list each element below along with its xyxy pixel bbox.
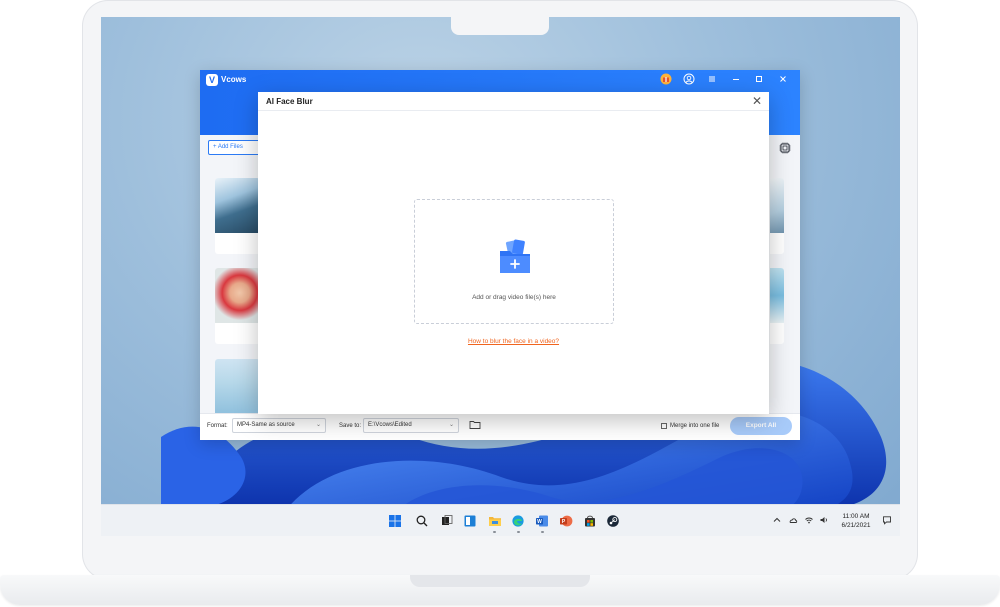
windows-start-icon[interactable] bbox=[388, 514, 402, 528]
word-icon[interactable]: W bbox=[535, 514, 549, 528]
gift-icon[interactable] bbox=[659, 72, 673, 86]
edge-icon[interactable] bbox=[511, 514, 525, 528]
menu-icon[interactable] bbox=[705, 72, 719, 86]
running-indicator bbox=[517, 531, 520, 533]
cloud-icon[interactable] bbox=[788, 515, 798, 525]
video-thumbnail bbox=[215, 359, 260, 414]
notification-icon[interactable] bbox=[882, 515, 892, 525]
wifi-icon[interactable] bbox=[804, 515, 814, 525]
store-icon[interactable] bbox=[583, 514, 597, 528]
save-to-select[interactable]: E:\Vcows\Edited ⌄ bbox=[363, 418, 459, 433]
video-thumbnail bbox=[770, 178, 784, 233]
video-card[interactable] bbox=[215, 268, 260, 344]
video-thumbnail bbox=[215, 268, 260, 323]
format-value: MP4-Same as source bbox=[237, 422, 295, 428]
app-window: V Vcows + Add Files Format: MP4-Same as … bbox=[200, 70, 800, 440]
powerpoint-icon[interactable]: P bbox=[559, 514, 573, 528]
speaker-icon[interactable] bbox=[819, 515, 829, 525]
export-all-button[interactable]: Export All bbox=[730, 417, 792, 435]
steam-icon[interactable] bbox=[606, 514, 620, 528]
chevron-up-icon[interactable] bbox=[772, 515, 782, 525]
folder-add-icon bbox=[500, 239, 530, 273]
format-label: Format: bbox=[207, 423, 228, 429]
laptop-base-groove bbox=[410, 575, 590, 587]
search-icon[interactable] bbox=[415, 514, 429, 528]
chevron-down-icon: ⌄ bbox=[315, 422, 321, 428]
running-indicator bbox=[541, 531, 544, 533]
video-card[interactable] bbox=[770, 268, 784, 344]
help-link[interactable]: How to blur the face in a video? bbox=[258, 337, 769, 346]
drop-zone[interactable]: Add or drag video file(s) here bbox=[414, 199, 614, 324]
video-card[interactable] bbox=[215, 178, 260, 254]
merge-label: Merge into one file bbox=[670, 423, 720, 429]
app-logo: V bbox=[206, 74, 218, 86]
file-explorer-icon[interactable] bbox=[488, 514, 502, 528]
dialog-title: AI Face Blur bbox=[266, 97, 313, 106]
add-files-button[interactable]: + Add Files bbox=[208, 140, 260, 155]
gpu-acceleration-icon[interactable] bbox=[778, 141, 792, 155]
clock-date[interactable]: 6/21/2021 bbox=[831, 522, 881, 530]
chevron-down-icon: ⌄ bbox=[448, 422, 454, 428]
video-card[interactable] bbox=[770, 178, 784, 254]
minimize-icon[interactable] bbox=[729, 72, 743, 86]
widgets-icon[interactable] bbox=[463, 514, 477, 528]
desktop-screen: V Vcows + Add Files Format: MP4-Same as … bbox=[101, 17, 900, 536]
app-title: Vcows bbox=[221, 75, 247, 84]
dialog-divider bbox=[258, 110, 769, 111]
running-indicator bbox=[493, 531, 496, 533]
camera-notch bbox=[451, 15, 549, 35]
maximize-icon[interactable] bbox=[752, 72, 766, 86]
drop-zone-text: Add or drag video file(s) here bbox=[472, 294, 556, 301]
user-icon[interactable] bbox=[682, 72, 696, 86]
video-thumbnail bbox=[215, 178, 260, 233]
ai-face-blur-dialog: AI Face Blur ✕ Add or drag video file(s)… bbox=[258, 92, 769, 414]
svg-text:W: W bbox=[537, 519, 542, 525]
video-thumbnail bbox=[770, 268, 784, 323]
format-select[interactable]: MP4-Same as source ⌄ bbox=[232, 418, 326, 433]
task-view-icon[interactable] bbox=[440, 514, 454, 528]
save-to-label: Save to: bbox=[339, 423, 362, 429]
save-to-value: E:\Vcows\Edited bbox=[368, 422, 412, 428]
merge-checkbox[interactable] bbox=[661, 423, 667, 429]
close-icon[interactable] bbox=[776, 72, 790, 86]
dialog-close-icon[interactable]: ✕ bbox=[750, 94, 764, 108]
clock-time[interactable]: 11:00 AM bbox=[831, 513, 881, 521]
folder-icon[interactable] bbox=[469, 419, 481, 430]
